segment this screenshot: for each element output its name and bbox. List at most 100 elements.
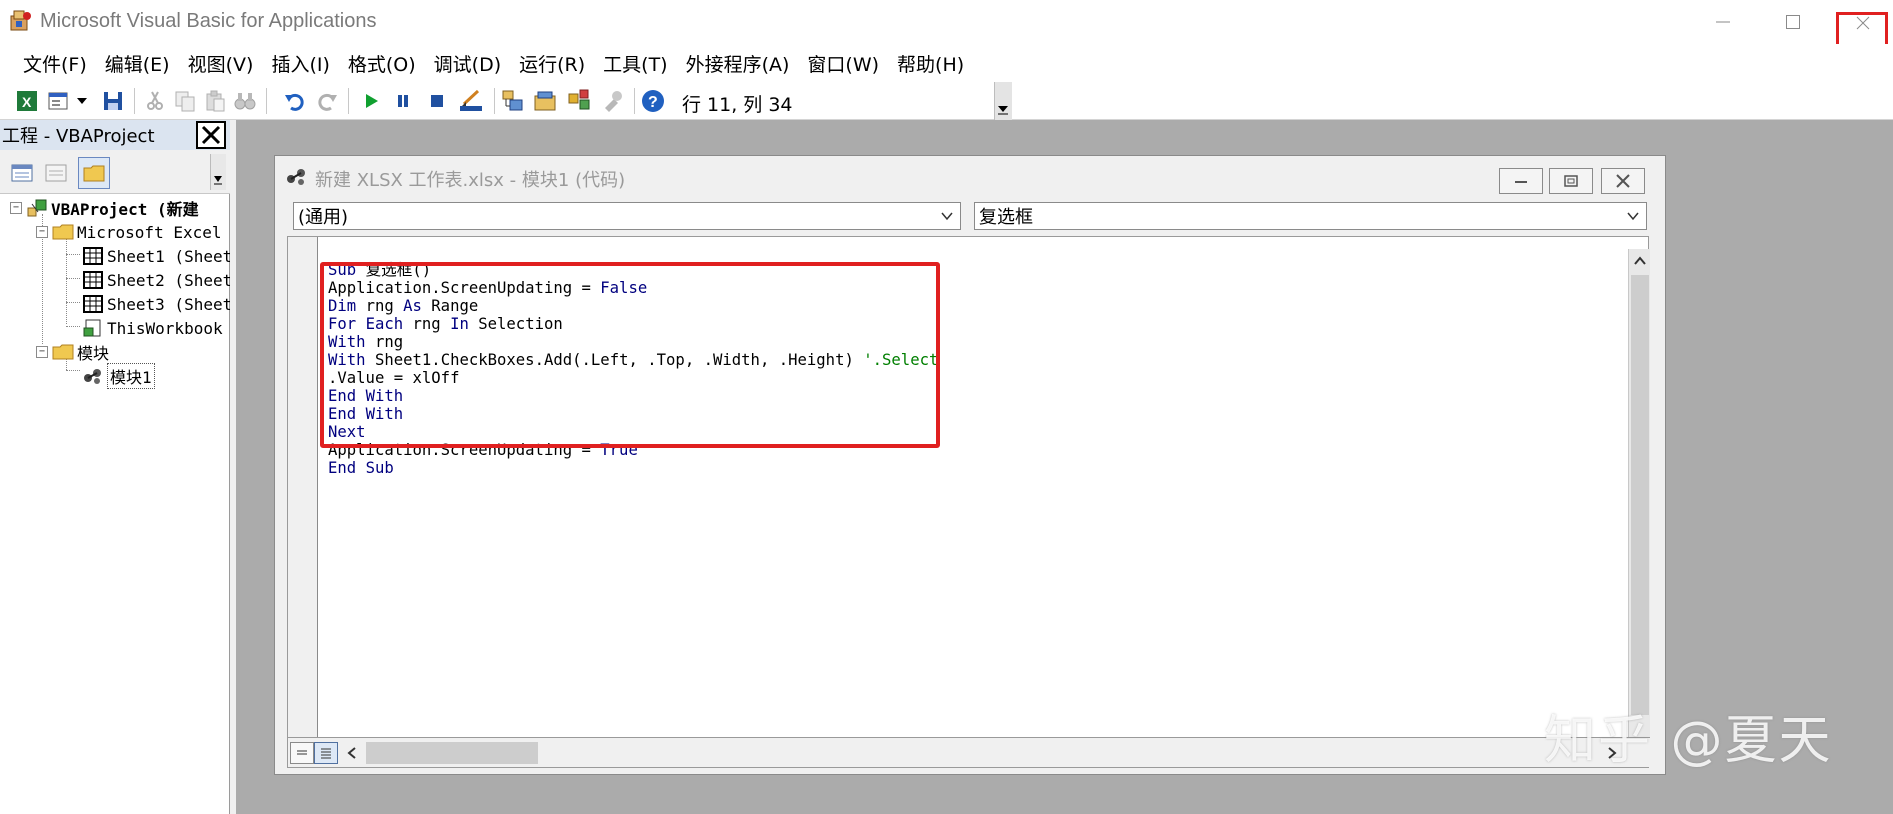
tree-item-thisworkbook[interactable]: ThisWorkbook (82, 316, 223, 340)
save-icon (104, 92, 122, 110)
project-explorer-toolbar (0, 150, 230, 194)
tree-item-sheet1[interactable]: Sheet1 (Sheet (82, 244, 230, 268)
run-button[interactable] (358, 88, 384, 114)
tree-label-excel-objects: Microsoft Excel (77, 222, 222, 242)
project-toolbar-overflow[interactable] (210, 154, 226, 190)
code-window-restore-button[interactable] (1549, 168, 1593, 194)
procedure-view-button[interactable] (290, 742, 314, 764)
folder-icon (52, 342, 74, 362)
help-button[interactable]: ? (640, 88, 666, 114)
scroll-left-button[interactable] (342, 742, 362, 764)
menu-tools[interactable]: 工具(T) (594, 50, 676, 77)
object-browser-button[interactable] (566, 88, 592, 114)
tree-item-sheet2[interactable]: Sheet2 (Sheet (82, 268, 230, 292)
project-explorer-button[interactable] (500, 88, 526, 114)
view-code-icon (11, 164, 33, 182)
paste-button[interactable] (202, 88, 228, 114)
redo-icon (318, 93, 337, 111)
menu-file[interactable]: 文件(F) (14, 50, 96, 77)
view-code-button[interactable] (8, 159, 36, 187)
redo-button[interactable] (314, 88, 340, 114)
module-icon (287, 169, 305, 185)
stop-icon (431, 95, 443, 107)
reset-button[interactable] (424, 88, 450, 114)
tree-label-vbaproject: VBAProject (新建 (51, 200, 199, 219)
design-mode-icon (460, 89, 482, 111)
toggle-folders-button[interactable] (78, 157, 110, 189)
tree-item-vbaproject[interactable]: − VBAProject (新建 (10, 196, 199, 220)
close-icon (201, 125, 221, 145)
tree-item-excel-objects[interactable]: − Microsoft Excel (36, 220, 222, 244)
collapse-icon[interactable]: − (10, 202, 22, 214)
tree-label-sheet1: Sheet1 (Sheet (107, 246, 230, 266)
minimize-button[interactable] (1688, 0, 1758, 44)
full-module-view-button[interactable] (314, 742, 338, 764)
margin-indicator-bar[interactable] (288, 237, 318, 737)
copy-button[interactable] (172, 88, 198, 114)
cut-button[interactable] (142, 88, 168, 114)
toolbox-button[interactable] (600, 88, 626, 114)
horizontal-scroll-thumb[interactable] (366, 742, 538, 764)
vertical-scrollbar[interactable] (1628, 249, 1650, 737)
tree-label-thisworkbook: ThisWorkbook (107, 318, 223, 338)
object-combo-value: (通用) (298, 207, 349, 228)
toolbox-icon (605, 91, 622, 112)
find-button[interactable] (232, 88, 258, 114)
tree-label-module1: 模块1 (107, 363, 155, 389)
view-object-icon (45, 164, 67, 182)
tree-label-sheet2: Sheet2 (Sheet (107, 270, 230, 290)
tree-label-modules: 模块 (77, 344, 110, 363)
maximize-button[interactable] (1758, 0, 1828, 44)
tree-connector (66, 302, 80, 303)
menu-window[interactable]: 窗口(W) (798, 50, 888, 77)
insert-userform-button[interactable] (46, 88, 72, 114)
title-bar: Microsoft Visual Basic for Applications (0, 0, 1893, 68)
view-object-button[interactable] (42, 159, 70, 187)
vertical-scroll-thumb[interactable] (1631, 275, 1649, 715)
minimize-icon (1716, 21, 1730, 23)
object-combo[interactable]: (通用) (293, 202, 961, 230)
menu-addins[interactable]: 外接程序(A) (677, 50, 799, 77)
toolbar-options-handle[interactable] (994, 82, 1012, 120)
collapse-icon[interactable]: − (36, 226, 48, 238)
menu-insert[interactable]: 插入(I) (262, 50, 338, 77)
view-excel-button[interactable]: X (14, 88, 40, 114)
tree-connector (66, 326, 80, 327)
menu-run[interactable]: 运行(R) (510, 50, 594, 77)
vbaproject-icon (26, 198, 48, 218)
menu-view[interactable]: 视图(V) (179, 50, 263, 77)
procedure-combo[interactable]: 复选框 (974, 202, 1647, 230)
workbook-icon (82, 318, 104, 338)
insert-dropdown-arrow[interactable] (74, 88, 90, 114)
menu-debug[interactable]: 调试(D) (425, 50, 510, 77)
save-button[interactable] (100, 88, 126, 114)
tree-item-module1[interactable]: 模块1 (82, 363, 155, 389)
toolbar-separator (494, 88, 495, 114)
menu-format[interactable]: 格式(O) (339, 50, 425, 77)
scroll-up-button[interactable] (1629, 249, 1651, 273)
project-explorer-pane: 工程 - VBAProject − VBAProject (新建 − Micro… (0, 120, 230, 814)
menu-help[interactable]: 帮助(H) (888, 50, 973, 77)
properties-icon (534, 91, 556, 111)
pause-icon (398, 95, 408, 107)
toolbar-separator (266, 88, 267, 114)
paste-icon (206, 90, 225, 112)
collapse-icon[interactable]: − (36, 346, 48, 358)
code-window-minimize-button[interactable] (1499, 168, 1543, 194)
code-editor[interactable]: Sub 复选框() Application.ScreenUpdating = Fa… (287, 236, 1650, 768)
project-explorer-close-button[interactable] (196, 121, 226, 149)
full-module-view-icon (321, 748, 331, 759)
menu-edit[interactable]: 编辑(E) (96, 50, 179, 77)
design-mode-button[interactable] (458, 88, 484, 114)
close-icon (1616, 174, 1630, 188)
chevron-down-icon (998, 106, 1008, 115)
code-window-title: 新建 XLSX 工作表.xlsx - 模块1 (代码) (315, 170, 626, 191)
tree-item-modules[interactable]: − 模块 (36, 340, 109, 364)
properties-window-button[interactable] (532, 88, 558, 114)
binoculars-icon (234, 93, 256, 110)
code-window-close-button[interactable] (1601, 168, 1645, 194)
undo-button[interactable] (282, 88, 308, 114)
tree-item-sheet3[interactable]: Sheet3 (Sheet (82, 292, 230, 316)
break-button[interactable] (390, 88, 416, 114)
